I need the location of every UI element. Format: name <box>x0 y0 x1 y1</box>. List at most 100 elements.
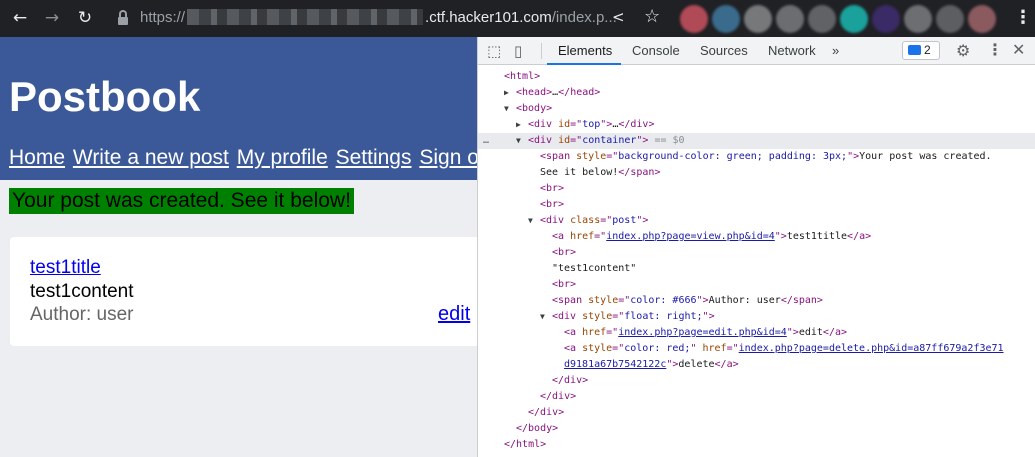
dom-link[interactable]: d9181a67b7542122c <box>564 359 666 370</box>
forward-arrow-icon[interactable]: → <box>42 8 62 28</box>
more-tabs-button[interactable]: » <box>832 43 839 58</box>
dom-node-line[interactable]: "test1content" <box>478 261 1035 277</box>
dom-node-line[interactable]: </body> <box>478 421 1035 437</box>
expand-toggle-icon[interactable]: ▶ <box>516 117 525 133</box>
dom-link[interactable]: index.php?page=view.php&id=4 <box>606 231 775 242</box>
dom-node-line[interactable]: <a href="index.php?page=view.php&id=4">t… <box>478 229 1035 245</box>
dom-node-line[interactable]: d9181a67b7542122c">delete</a> <box>478 357 1035 373</box>
dom-link[interactable]: index.php?page=delete.php&id=a87ff679a2f… <box>739 343 1004 354</box>
browser-menu-icon[interactable]: ⋮ <box>1014 7 1032 28</box>
dom-node-content: <br> <box>540 277 576 293</box>
node-actions-icon[interactable]: … <box>483 133 489 149</box>
elements-dom-tree[interactable]: <html> ▶ <head>…</head> ▼ <body> ▶ <div id="to… <box>478 65 1035 457</box>
dom-node-line[interactable]: ▼ <body> <box>478 101 1035 117</box>
dom-token: =" <box>726 343 739 354</box>
dom-token: "> <box>696 295 709 306</box>
dom-token: =" <box>594 231 607 242</box>
nav-my-profile-link[interactable]: My profile <box>237 146 328 169</box>
dom-node-content: See it below!</span> <box>528 165 660 181</box>
dom-node-line[interactable]: <a style="color: red;" href="index.php?p… <box>478 341 1035 357</box>
profile-avatar[interactable] <box>968 5 996 33</box>
dom-node-line[interactable]: ▼ <div style="float: right;"> <box>478 309 1035 325</box>
extension-icon[interactable] <box>744 5 772 33</box>
dom-node-content: ▶ <head>…</head> <box>504 85 600 101</box>
dom-token: </div> <box>528 407 565 418</box>
device-toolbar-icon[interactable]: ▯ <box>514 42 522 60</box>
share-icon[interactable]: < <box>612 8 625 26</box>
nav-home-link[interactable]: Home <box>9 146 65 169</box>
expand-toggle-icon[interactable]: ▶ <box>504 85 513 101</box>
expand-toggle-icon[interactable]: ▼ <box>528 213 537 229</box>
dom-node-line[interactable]: … ▼ <div id="container"> == $0 <box>478 133 1035 149</box>
bookmark-star-icon[interactable]: ☆ <box>644 6 660 27</box>
dom-token: =" <box>570 119 583 130</box>
post-title-link[interactable]: test1title <box>30 257 101 279</box>
dom-node-line[interactable]: </div> <box>478 405 1035 421</box>
dom-link[interactable]: index.php?page=edit.php&id=4 <box>618 327 787 338</box>
redacted-subdomain <box>187 9 424 25</box>
dom-token: float: right; <box>624 311 703 322</box>
extension-icon[interactable] <box>712 5 740 33</box>
dom-token: "> <box>847 151 860 162</box>
lock-icon[interactable] <box>118 10 128 27</box>
extension-icon[interactable] <box>936 5 964 33</box>
extension-icon[interactable] <box>872 5 900 33</box>
dom-node-line[interactable]: </html> <box>478 437 1035 453</box>
dom-node-line[interactable]: See it below!</span> <box>478 165 1035 181</box>
tab-network[interactable]: Network <box>768 43 816 58</box>
post-edit-link[interactable]: edit <box>438 303 470 326</box>
dom-node-content: d9181a67b7542122c">delete</a> <box>552 357 739 373</box>
nav-sign-out-link[interactable]: Sign out <box>419 146 477 169</box>
extension-icon[interactable] <box>904 5 932 33</box>
extension-icon[interactable] <box>776 5 804 33</box>
close-icon[interactable]: ✕ <box>1012 40 1025 59</box>
dom-token: <body> <box>516 103 553 114</box>
dom-node-line[interactable]: <span style="color: #666">Author: user</… <box>478 293 1035 309</box>
dom-token: " <box>690 343 703 354</box>
dom-node-line[interactable]: <br> <box>478 277 1035 293</box>
dom-node-line[interactable]: <span style="background-color: green; pa… <box>478 149 1035 165</box>
dom-node-line[interactable]: ▶ <div id="top">…</div> <box>478 117 1035 133</box>
reload-icon[interactable]: ↻ <box>75 8 95 28</box>
extension-icon[interactable] <box>840 5 868 33</box>
expand-toggle-icon[interactable]: ▼ <box>504 101 513 117</box>
extension-icon[interactable] <box>808 5 836 33</box>
dom-node-line[interactable]: <a href="index.php?page=edit.php&id=4">e… <box>478 325 1035 341</box>
nav-write-post-link[interactable]: Write a new post <box>73 146 229 169</box>
tab-sources[interactable]: Sources <box>700 43 748 58</box>
dom-node-line[interactable]: <br> <box>478 181 1035 197</box>
dom-token: </span> <box>618 167 661 178</box>
dom-node-line[interactable]: </div> <box>478 373 1035 389</box>
settings-gear-icon[interactable]: ⚙ <box>956 41 970 60</box>
dom-node-content: "test1content" <box>540 261 636 277</box>
dom-node-line[interactable]: <br> <box>478 197 1035 213</box>
browser-toolbar: ← → ↻ https:// .ctf.hacker101.com/index.p… <box>0 0 1035 37</box>
issues-button[interactable]: 2 <box>902 41 940 60</box>
nav-settings-link[interactable]: Settings <box>336 146 412 169</box>
expand-toggle-icon[interactable]: ▼ <box>540 309 549 325</box>
tab-console[interactable]: Console <box>632 43 680 58</box>
tab-elements[interactable]: Elements <box>558 43 612 58</box>
dom-token: <div <box>528 119 559 130</box>
dom-token: "> <box>786 327 799 338</box>
expand-toggle-icon[interactable]: ▼ <box>516 133 525 149</box>
dom-node-content: <a href="index.php?page=edit.php&id=4">e… <box>552 325 847 341</box>
dom-token: </head> <box>558 87 601 98</box>
dom-node-line[interactable]: ▼ <div class="post"> <box>478 213 1035 229</box>
dom-token: Author: user <box>708 295 781 306</box>
inspect-element-icon[interactable]: ⬚ <box>487 42 501 60</box>
dom-token: <a <box>552 231 571 242</box>
dom-token: <head> <box>516 87 553 98</box>
dom-node-line[interactable]: <br> <box>478 245 1035 261</box>
dom-token: style <box>588 295 619 306</box>
extension-icon[interactable] <box>680 5 708 33</box>
dom-node-line[interactable]: ▶ <head>…</head> <box>478 85 1035 101</box>
address-bar[interactable]: https:// .ctf.hacker101.com/index.p... <box>140 9 617 26</box>
devtools-menu-icon[interactable]: ⋮ <box>987 40 1003 59</box>
dom-token: <br> <box>552 279 577 290</box>
dom-node-line[interactable]: <html> <box>478 69 1035 85</box>
back-arrow-icon[interactable]: ← <box>10 8 30 28</box>
dom-node-line[interactable]: </div> <box>478 389 1035 405</box>
dom-token: <div <box>528 135 559 146</box>
dom-node-content: ▼ <div id="container"> == $0 <box>516 133 685 149</box>
